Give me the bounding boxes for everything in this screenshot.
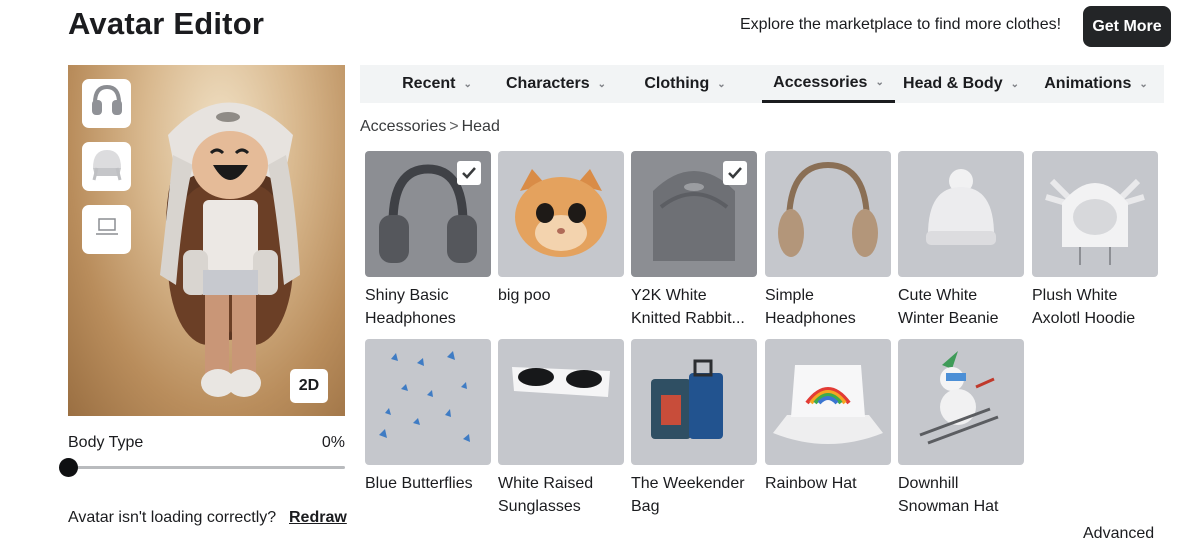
item-thumbnail[interactable] bbox=[898, 339, 1024, 465]
worn-item-headphones[interactable] bbox=[82, 79, 131, 128]
tab-clothing[interactable]: Clothing ⌄ bbox=[630, 65, 740, 103]
breadcrumb-parent[interactable]: Accessories bbox=[360, 118, 446, 135]
body-type-slider-thumb[interactable] bbox=[58, 458, 78, 477]
advanced-link[interactable]: Advanced bbox=[1083, 525, 1154, 543]
item-name: Y2K White Knitted Rabbit... bbox=[631, 287, 745, 327]
check-icon bbox=[723, 161, 747, 185]
item-thumbnail[interactable] bbox=[498, 151, 624, 277]
item-name: Plush White Axolotl Hoodie bbox=[1032, 287, 1136, 327]
item-name: Downhill Snowman Hat bbox=[898, 475, 999, 515]
worn-item-empty-slot[interactable] bbox=[82, 205, 131, 254]
butterflies-icon bbox=[379, 351, 470, 442]
item-name: Cute White Winter Beanie bbox=[898, 287, 999, 327]
snowman-skier-icon bbox=[919, 351, 999, 445]
item-card[interactable]: Plush White Axolotl Hoodie bbox=[1032, 151, 1158, 330]
item-card[interactable]: White Raised Sunglasses bbox=[498, 339, 624, 518]
chevron-down-icon: ⌄ bbox=[1139, 78, 1148, 90]
item-name: Simple Headphones bbox=[765, 287, 856, 327]
item-thumbnail[interactable] bbox=[498, 339, 624, 465]
tab-accessories[interactable]: Accessories ⌄ bbox=[762, 65, 895, 103]
item-card[interactable]: Simple Headphones bbox=[765, 151, 891, 330]
item-name: Shiny Basic Headphones bbox=[365, 287, 456, 327]
item-name: Blue Butterflies bbox=[365, 475, 473, 492]
tab-recent[interactable]: Recent ⌄ bbox=[380, 65, 494, 103]
beanie-icon bbox=[89, 146, 125, 187]
chevron-down-icon: ⌄ bbox=[463, 78, 472, 90]
headphones-icon bbox=[778, 161, 878, 257]
item-thumbnail[interactable] bbox=[365, 339, 491, 465]
item-card[interactable]: The Weekender Bag bbox=[631, 339, 757, 518]
body-type-label: Body Type bbox=[68, 434, 144, 451]
item-card[interactable]: Blue Butterflies bbox=[365, 339, 491, 495]
body-type-value: 0% bbox=[321, 434, 345, 451]
get-more-button[interactable]: Get More bbox=[1083, 6, 1171, 47]
item-name: Rainbow Hat bbox=[765, 475, 857, 492]
item-card[interactable]: Cute White Winter Beanie bbox=[898, 151, 1024, 330]
item-thumbnail[interactable] bbox=[765, 339, 891, 465]
chevron-down-icon: ⌄ bbox=[875, 77, 884, 88]
laptop-icon bbox=[95, 217, 119, 242]
category-tabs: Recent ⌄ Characters ⌄ Clothing ⌄ Accessorie… bbox=[360, 65, 1164, 103]
item-card[interactable]: Downhill Snowman Hat bbox=[898, 339, 1024, 518]
suitcase-icon bbox=[651, 359, 723, 439]
body-type-slider-track[interactable] bbox=[68, 466, 345, 469]
chevron-down-icon: ⌄ bbox=[597, 78, 606, 90]
sunglasses-icon bbox=[512, 367, 610, 397]
headphones-icon bbox=[89, 83, 125, 124]
toggle-2d-button[interactable]: 2D bbox=[290, 369, 328, 403]
item-thumbnail[interactable] bbox=[631, 339, 757, 465]
item-card[interactable]: big poo bbox=[498, 151, 624, 307]
chevron-down-icon: ⌄ bbox=[717, 78, 726, 90]
item-card[interactable]: Shiny Basic Headphones bbox=[365, 151, 491, 330]
page-title: Avatar Editor bbox=[68, 6, 265, 41]
tab-head-body[interactable]: Head & Body ⌄ bbox=[898, 65, 1024, 103]
item-name: White Raised Sunglasses bbox=[498, 475, 594, 515]
check-icon bbox=[457, 161, 481, 185]
breadcrumb-current: Head bbox=[461, 118, 500, 135]
chevron-down-icon: ⌄ bbox=[1010, 78, 1019, 90]
breadcrumb: Accessories > Head bbox=[360, 118, 500, 136]
tab-animations[interactable]: Animations ⌄ bbox=[1038, 65, 1154, 103]
tab-characters[interactable]: Characters ⌄ bbox=[500, 65, 612, 103]
item-name: The Weekender Bag bbox=[631, 475, 745, 515]
item-name: big poo bbox=[498, 287, 551, 304]
beanie-icon bbox=[926, 169, 996, 245]
item-card[interactable]: Y2K White Knitted Rabbit... bbox=[631, 151, 757, 330]
bucket-hat-icon bbox=[773, 365, 883, 444]
item-thumbnail[interactable] bbox=[898, 151, 1024, 277]
item-card[interactable]: Rainbow Hat bbox=[765, 339, 891, 495]
worn-item-beanie[interactable] bbox=[82, 142, 131, 191]
marketplace-promo-text: Explore the marketplace to find more clo… bbox=[740, 16, 1062, 33]
item-thumbnail[interactable] bbox=[1032, 151, 1158, 277]
item-thumbnail[interactable] bbox=[365, 151, 491, 277]
item-thumbnail[interactable] bbox=[631, 151, 757, 277]
breadcrumb-separator: > bbox=[449, 118, 459, 135]
axolotl-hood-icon bbox=[1045, 178, 1145, 265]
redraw-link[interactable]: Redraw bbox=[289, 509, 347, 527]
item-thumbnail[interactable] bbox=[765, 151, 891, 277]
cat-head-icon bbox=[515, 169, 607, 257]
loading-message: Avatar isn't loading correctly? bbox=[68, 509, 277, 526]
